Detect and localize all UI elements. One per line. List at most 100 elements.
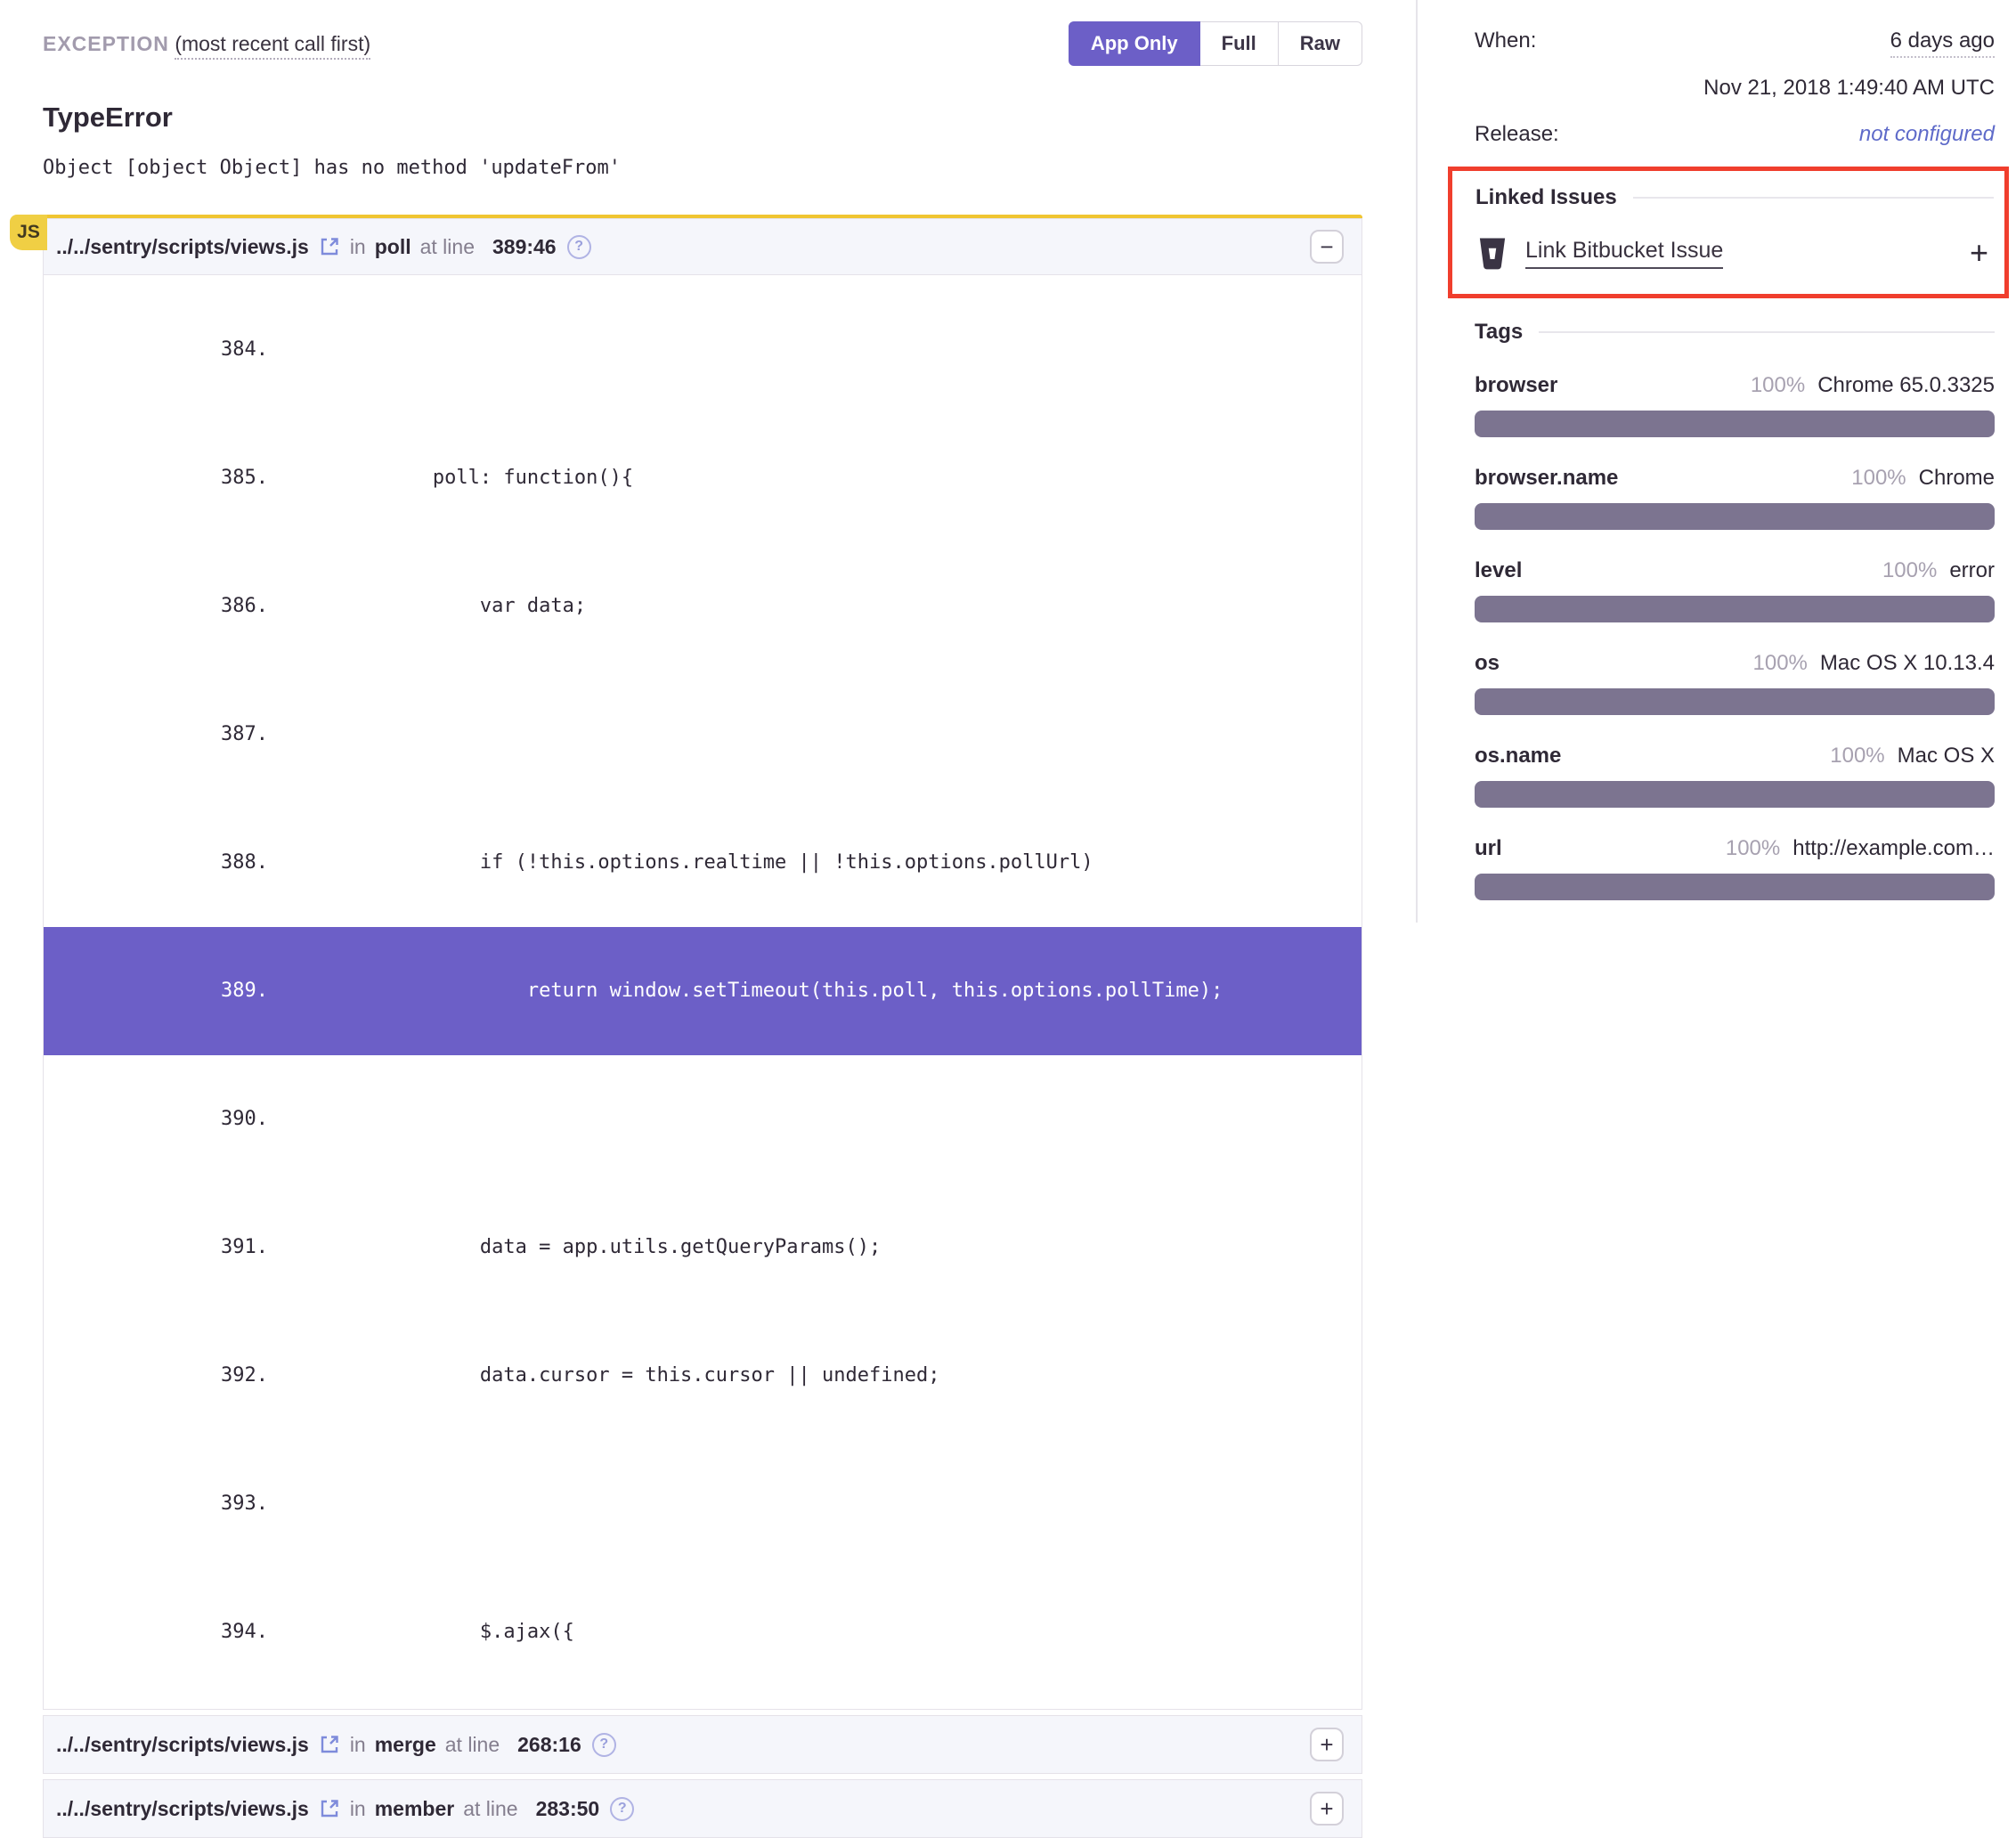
tag-row-header: os.name 100% Mac OS X [1475, 744, 1995, 769]
stack-frame-expanded: ../../sentry/scripts/views.js in poll at… [43, 215, 1362, 1710]
tags-section: Tags browser 100% Chrome 65.0.3325 brows… [1475, 320, 1995, 900]
frame-help-icon[interactable]: ? [610, 1797, 634, 1821]
code-line-text: data.cursor = this.cursor || undefined; [338, 1364, 940, 1387]
tag-value: Mac OS X [1898, 744, 1995, 769]
toggle-full-button[interactable]: Full [1200, 21, 1279, 66]
frame-line-number: 268:16 [517, 1733, 581, 1757]
exception-section-label: EXCEPTION [43, 32, 169, 55]
code-line-number: 386. [221, 585, 338, 628]
external-link-icon[interactable] [318, 235, 341, 258]
code-line-text: var data; [338, 595, 586, 617]
tag-row: browser.name 100% Chrome [1475, 466, 1995, 530]
tag-distribution-bar [1475, 503, 1995, 530]
tag-row: browser 100% Chrome 65.0.3325 [1475, 373, 1995, 437]
code-line-number: 387. [221, 713, 338, 756]
tag-row: os 100% Mac OS X 10.13.4 [1475, 651, 1995, 715]
frame-line-number: 389:46 [492, 235, 557, 259]
tag-row: url 100% http://example.com… [1475, 836, 1995, 900]
tags-title: Tags [1475, 320, 1523, 345]
when-relative-time[interactable]: 6 days ago [1890, 28, 1995, 58]
stack-frame-merge[interactable]: ../../sentry/scripts/views.js in merge a… [43, 1715, 1362, 1774]
external-link-icon[interactable] [318, 1733, 341, 1756]
tag-key[interactable]: level [1475, 558, 1522, 583]
release-label: Release: [1475, 122, 1559, 147]
tag-value: Chrome 65.0.3325 [1817, 373, 1995, 398]
tag-key[interactable]: browser [1475, 373, 1557, 398]
tag-row-header: level 100% error [1475, 558, 1995, 583]
frame-at-line-label: at line [463, 1797, 517, 1821]
exception-title: EXCEPTION (most recent call first) [43, 32, 370, 56]
code-line: 392. data.cursor = this.cursor || undefi… [44, 1312, 1362, 1440]
linked-issues-header: Linked Issues [1475, 185, 1994, 210]
tag-key[interactable]: os [1475, 651, 1500, 676]
tag-row-header: browser 100% Chrome 65.0.3325 [1475, 373, 1995, 398]
tag-distribution-bar [1475, 411, 1995, 437]
tags-header: Tags [1475, 320, 1995, 345]
linked-issues-annotation-box: Linked Issues Link Bitbucket Issue + [1448, 167, 2009, 298]
section-rule [1539, 331, 1995, 333]
frame-header: ../../sentry/scripts/views.js in poll at… [43, 218, 1362, 275]
source-code-context: 384. 385. poll: function(){ 386. var dat… [43, 275, 1362, 1710]
frame-help-icon[interactable]: ? [567, 235, 591, 259]
tag-distribution-bar [1475, 781, 1995, 808]
code-line-number: 389. [221, 970, 338, 1013]
tag-row-header: browser.name 100% Chrome [1475, 466, 1995, 491]
frame-line-number: 283:50 [536, 1797, 600, 1821]
frame-help-icon[interactable]: ? [592, 1733, 616, 1757]
add-linked-issue-icon[interactable]: + [1970, 237, 1988, 269]
when-row: When: 6 days ago [1475, 28, 1995, 58]
exception-header: EXCEPTION (most recent call first) App O… [43, 21, 1362, 66]
tag-distribution-bar [1475, 688, 1995, 715]
frame-in-label: in [350, 1797, 366, 1821]
release-value-link[interactable]: not configured [1859, 122, 1995, 147]
collapse-frame-button[interactable]: − [1310, 230, 1344, 264]
when-label: When: [1475, 28, 1536, 53]
code-line-number: 391. [221, 1226, 338, 1269]
external-link-icon[interactable] [318, 1797, 341, 1820]
tag-percent: 100% [1753, 651, 1808, 676]
toggle-raw-button[interactable]: Raw [1279, 21, 1362, 66]
code-line-text: data = app.utils.getQueryParams(); [338, 1236, 881, 1258]
code-line: 385. poll: function(){ [44, 414, 1362, 542]
code-line-text: poll: function(){ [338, 467, 633, 489]
tag-key[interactable]: os.name [1475, 744, 1561, 769]
tag-percent: 100% [1882, 558, 1937, 583]
tag-row-header: url 100% http://example.com… [1475, 836, 1995, 861]
tag-key[interactable]: url [1475, 836, 1502, 861]
code-line-number: 390. [221, 1098, 338, 1141]
tag-key[interactable]: browser.name [1475, 466, 1618, 491]
stack-frame-member[interactable]: ../../sentry/scripts/views.js in member … [43, 1779, 1362, 1838]
tag-value: http://example.com… [1792, 836, 1995, 861]
exception-panel: EXCEPTION (most recent call first) App O… [0, 0, 1416, 923]
stack-frames: JS ../../sentry/scripts/views.js in poll… [43, 215, 1362, 1838]
code-line-text: if (!this.options.realtime || !this.opti… [338, 851, 1093, 874]
code-line: 384. [44, 286, 1362, 414]
js-platform-badge: JS [10, 215, 47, 250]
frame-function-name: member [375, 1797, 454, 1821]
frame-at-line-label: at line [445, 1733, 500, 1757]
event-sidebar: When: 6 days ago Nov 21, 2018 1:49:40 AM… [1418, 0, 2016, 923]
exception-order-note[interactable]: (most recent call first) [175, 32, 370, 60]
frame-file-path[interactable]: ../../sentry/scripts/views.js [56, 235, 309, 259]
tag-percent: 100% [1830, 744, 1884, 769]
link-bitbucket-row: Link Bitbucket Issue + [1475, 235, 1994, 271]
bitbucket-icon[interactable] [1475, 235, 1509, 271]
code-line: 386. var data; [44, 542, 1362, 671]
frame-file-path[interactable]: ../../sentry/scripts/views.js [56, 1733, 309, 1757]
expand-frame-button[interactable]: + [1310, 1728, 1344, 1761]
stacktrace-view-toggle: App Only Full Raw [1069, 21, 1362, 66]
tag-percent: 100% [1751, 373, 1805, 398]
frame-file-path[interactable]: ../../sentry/scripts/views.js [56, 1797, 309, 1821]
frame-in-label: in [350, 1733, 366, 1757]
frame-at-line-label: at line [420, 235, 475, 259]
frame-in-label: in [350, 235, 366, 259]
code-line: 394. $.ajax({ [44, 1568, 1362, 1696]
tag-value: Chrome [1919, 466, 1995, 491]
expand-frame-button[interactable]: + [1310, 1792, 1344, 1826]
toggle-app-only-button[interactable]: App Only [1069, 21, 1200, 66]
tag-row: level 100% error [1475, 558, 1995, 622]
code-line-number: 384. [221, 329, 338, 371]
tag-value: error [1949, 558, 1995, 583]
link-bitbucket-issue-link[interactable]: Link Bitbucket Issue [1525, 238, 1723, 269]
tag-percent: 100% [1726, 836, 1780, 861]
